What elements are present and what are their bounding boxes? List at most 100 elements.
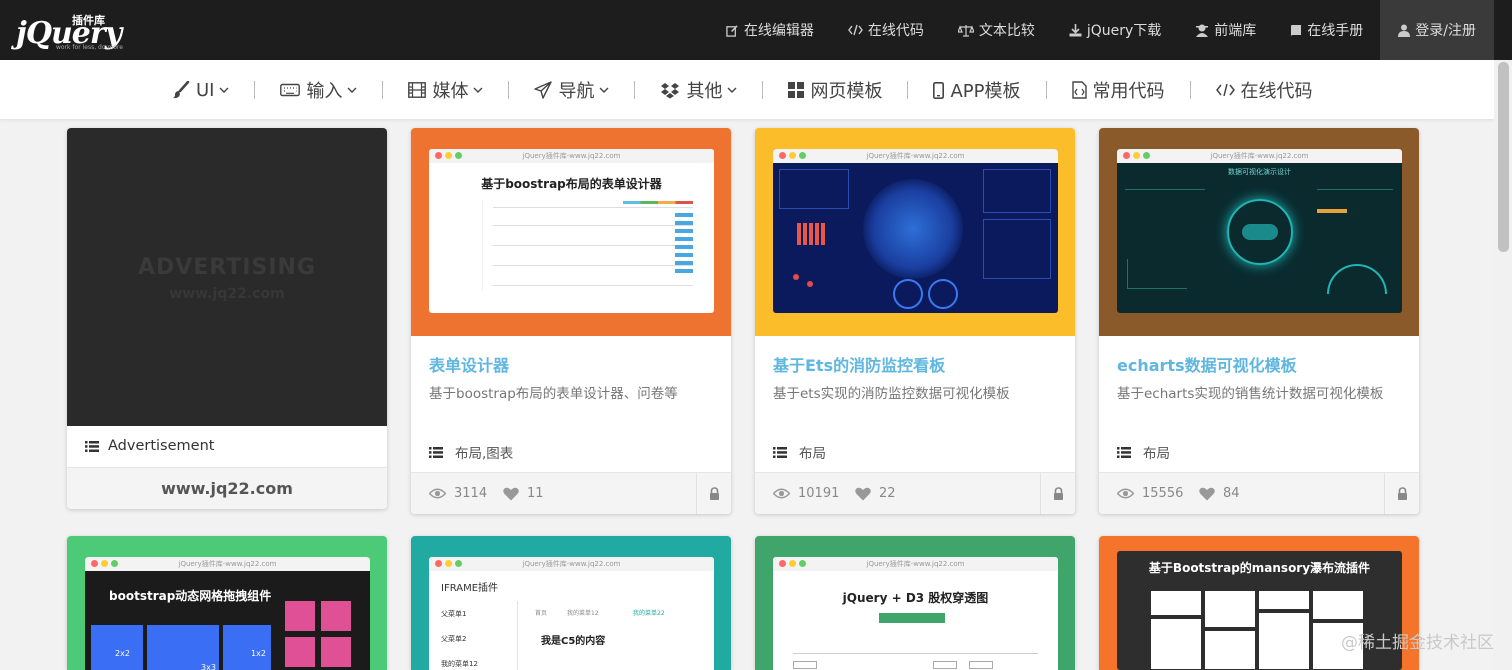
topnav-frontend-lib[interactable]: 前端库 (1178, 0, 1273, 60)
chevron-down-icon (347, 87, 357, 93)
download-icon (1069, 23, 1082, 37)
likes-count: 22 (879, 486, 896, 501)
code-icon (847, 24, 863, 36)
file-code-icon (1071, 81, 1087, 99)
plugin-card[interactable]: jQuery插件库-www.jq22.com 数据可视化演示设计 echarts… (1099, 128, 1419, 514)
list-icon (773, 446, 787, 458)
film-icon (408, 82, 427, 98)
category-label: APP模板 (950, 81, 1021, 102)
chevron-down-icon (599, 87, 609, 93)
plugin-card[interactable]: jQuery插件库-www.jq22.com IFRAME插件 父菜单1 父菜单… (411, 536, 731, 670)
book-icon (1290, 24, 1302, 37)
plugin-card[interactable]: jQuery插件库-www.jq22.com jQuery + D3 股权穿透图 (755, 536, 1075, 670)
topnav-label: 前端库 (1214, 23, 1257, 39)
card-thumbnail[interactable]: jQuery插件库-www.jq22.com IFRAME插件 父菜单1 父菜单… (411, 536, 731, 670)
card-footer: 3114 11 (411, 472, 731, 514)
topnav-label: 在线手册 (1307, 23, 1364, 39)
category-label: 导航 (558, 81, 595, 102)
site-logo[interactable]: jQuery 插件库 work for less, do more (16, 10, 128, 51)
category-web-templates[interactable]: 网页模板 (788, 77, 882, 103)
card-title[interactable]: 基于Ets的消防监控看板 (773, 352, 945, 376)
category-other[interactable]: 其他 (660, 77, 737, 103)
user-icon (1398, 24, 1411, 37)
balance-icon (957, 24, 974, 37)
category-input[interactable]: 输入 (280, 77, 357, 103)
preview-window: jQuery插件库-www.jq22.com (773, 149, 1058, 313)
nav-divider (382, 81, 384, 99)
plugin-card[interactable]: jQuery插件库-www.jq22.com 基于Ets的消防监控看板 基于et… (755, 128, 1075, 514)
likes-count: 84 (1223, 486, 1240, 501)
topnav-jquery-download[interactable]: jQuery下载 (1052, 0, 1178, 60)
preview-tab-3: 我的菜单22 (633, 610, 665, 617)
preview-title: IFRAME插件 (441, 583, 499, 594)
watermark-text: @稀土掘金技术社区 (1341, 633, 1494, 653)
category-label: 媒体 (432, 81, 469, 102)
card-tags-text[interactable]: 布局,图表 (455, 442, 513, 462)
topnav-online-manual[interactable]: 在线手册 (1273, 0, 1380, 60)
likes-stat[interactable]: 11 (503, 486, 544, 501)
category-ui[interactable]: UI (172, 80, 229, 101)
category-navigation[interactable]: 导航 (534, 77, 609, 103)
topnav-text-compare[interactable]: 文本比较 (941, 0, 1052, 60)
logo-tagline: work for less, do more (56, 44, 123, 51)
nav-divider (634, 81, 636, 99)
preview-window: jQuery插件库-www.jq22.com 数据可视化演示设计 (1117, 149, 1402, 313)
top-nav-menu: 在线编辑器 在线代码 文本比较 jQuery下载 前端库 在线手册 登录/注册 (709, 0, 1494, 60)
download-lock-button[interactable] (696, 473, 731, 514)
chevron-down-icon (219, 87, 229, 93)
lock-icon (1053, 485, 1064, 504)
ad-image-text: ADVERTISING (138, 255, 316, 280)
card-title[interactable]: 表单设计器 (429, 352, 509, 376)
category-online-code[interactable]: 在线代码 (1215, 77, 1313, 103)
grid-icon (788, 82, 805, 98)
card-tags: 布局,图表 (429, 442, 513, 462)
page-scrollbar[interactable] (1494, 60, 1512, 670)
preview-cell-b: 3x3 (201, 663, 216, 670)
preview-title: 数据可视化演示设计 (1228, 168, 1291, 176)
category-common-code[interactable]: 常用代码 (1071, 77, 1165, 103)
preview-tab-2: 我的菜单12 (567, 610, 599, 617)
topnav-online-editor[interactable]: 在线编辑器 (709, 0, 831, 60)
ad-image[interactable]: ADVERTISING www.jq22.com (67, 128, 387, 426)
logo-cn: 插件库 (72, 14, 105, 27)
likes-stat[interactable]: 84 (1199, 486, 1240, 501)
card-thumbnail[interactable]: jQuery插件库-www.jq22.com jQuery + D3 股权穿透图 (755, 536, 1075, 670)
paper-plane-icon (534, 81, 553, 99)
lock-icon (709, 485, 720, 504)
user-secret-icon (1195, 23, 1209, 37)
edit-icon (726, 24, 739, 37)
category-label: 常用代码 (1092, 81, 1165, 102)
card-tags-text[interactable]: 布局 (799, 442, 826, 462)
preview-tab-1: 首页 (535, 610, 548, 617)
category-label: 输入 (306, 81, 343, 102)
card-footer: 15556 84 (1099, 472, 1419, 514)
likes-stat[interactable]: 22 (855, 486, 896, 501)
list-icon (429, 446, 443, 458)
scrollbar-thumb[interactable] (1498, 62, 1509, 252)
download-lock-button[interactable] (1384, 473, 1419, 514)
plugin-card[interactable]: jQuery插件库-www.jq22.com bootstrap动态网格拖拽组件… (67, 536, 387, 670)
preview-window: jQuery插件库-www.jq22.com 基于boostrap布局的表单设计… (429, 149, 714, 313)
ad-image-subtext: www.jq22.com (169, 286, 285, 302)
plugin-card[interactable]: jQuery插件库-www.jq22.com 基于boostrap布局的表单设计… (411, 128, 731, 514)
preview-globe (863, 179, 963, 279)
card-thumbnail[interactable]: jQuery插件库-www.jq22.com 基于boostrap布局的表单设计… (411, 128, 731, 336)
category-app-templates[interactable]: APP模板 (933, 77, 1021, 103)
ad-footer-link[interactable]: www.jq22.com (67, 467, 387, 509)
topnav-online-code[interactable]: 在线代码 (831, 0, 941, 60)
card-description: 基于echarts实现的销售统计数据可视化模板 (1117, 386, 1384, 402)
card-thumbnail[interactable]: jQuery插件库-www.jq22.com (755, 128, 1075, 336)
login-label: 登录/注册 (1415, 23, 1476, 39)
preview-title: jQuery + D3 股权穿透图 (842, 591, 989, 605)
eye-icon (429, 488, 446, 499)
card-tags-text[interactable]: 布局 (1143, 442, 1170, 462)
category-navbar: UI 输入 媒体 导航 其他 网页模板 APP模板 常用代码 在线代码 (0, 60, 1494, 120)
category-media[interactable]: 媒体 (408, 77, 483, 103)
download-lock-button[interactable] (1040, 473, 1075, 514)
advertisement-card[interactable]: ADVERTISING www.jq22.com Advertisement w… (67, 128, 387, 509)
login-register-button[interactable]: 登录/注册 (1380, 0, 1494, 60)
card-title[interactable]: echarts数据可视化模板 (1117, 352, 1297, 376)
nav-divider (1045, 81, 1047, 99)
card-thumbnail[interactable]: jQuery插件库-www.jq22.com bootstrap动态网格拖拽组件… (67, 536, 387, 670)
card-thumbnail[interactable]: jQuery插件库-www.jq22.com 数据可视化演示设计 (1099, 128, 1419, 336)
